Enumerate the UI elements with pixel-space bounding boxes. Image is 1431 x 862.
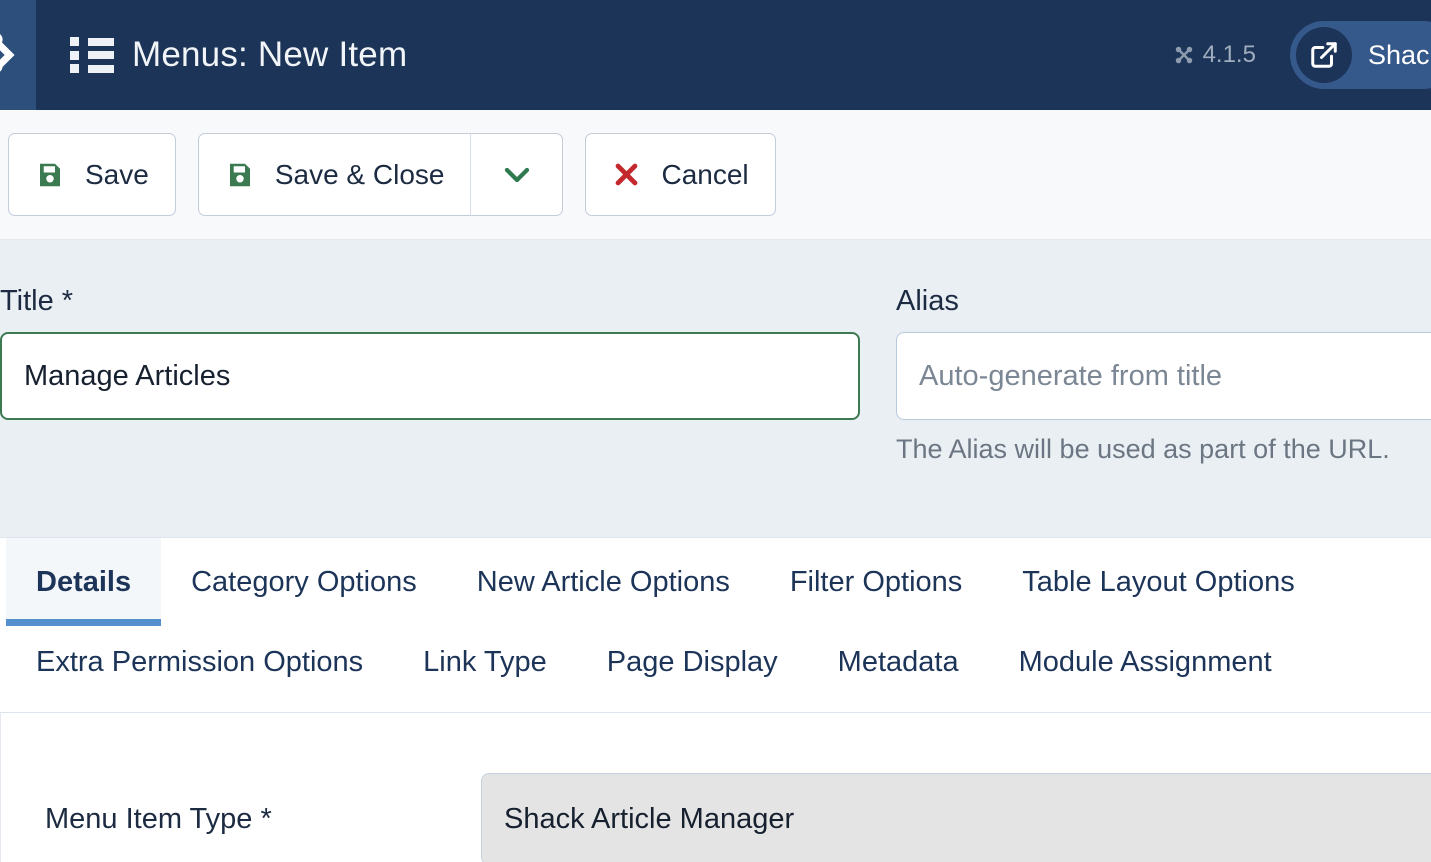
chevron-down-icon <box>502 165 532 185</box>
tab-module-assignment[interactable]: Module Assignment <box>989 618 1302 706</box>
tab-row-primary: Details Category Options New Article Opt… <box>0 538 1431 626</box>
tab-category-options[interactable]: Category Options <box>161 538 447 626</box>
list-icon <box>70 37 114 73</box>
tab-new-article-options[interactable]: New Article Options <box>447 538 760 626</box>
version-indicator: 4.1.5 <box>1173 41 1256 69</box>
title-label: Title * <box>0 285 74 317</box>
tab-label: Filter Options <box>789 565 963 598</box>
tab-label: Table Layout Options <box>1022 565 1295 598</box>
external-link-icon <box>1309 40 1339 70</box>
tab-filter-options[interactable]: Filter Options <box>760 538 992 626</box>
save-icon <box>35 160 65 190</box>
save-close-button-label: Save & Close <box>274 158 445 190</box>
header-content: Menus: New Item 4.1.5 Shac <box>36 0 1431 110</box>
tab-row-secondary: Extra Permission Options Link Type Page … <box>0 626 1431 706</box>
alias-help-text: The Alias will be used as part of the UR… <box>896 434 1390 464</box>
alias-field-group: Alias The Alias will be used as part of … <box>896 285 1431 465</box>
title-input[interactable] <box>0 332 860 420</box>
preview-site-label: Shack <box>1367 39 1431 70</box>
tab-page-display[interactable]: Page Display <box>577 618 808 706</box>
save-icon <box>225 160 255 190</box>
form-header-area: Title * Alias The Alias will be used as … <box>0 240 1431 537</box>
preview-icon-circle <box>1295 27 1352 83</box>
tab-label: Link Type <box>423 645 547 678</box>
alias-input[interactable] <box>896 332 1431 420</box>
menu-item-type-value[interactable]: Shack Article Manager <box>481 773 1431 862</box>
joomla-logo-icon <box>0 27 21 83</box>
tab-metadata[interactable]: Metadata <box>808 618 989 706</box>
tab-table-layout-options[interactable]: Table Layout Options <box>992 538 1324 626</box>
save-button[interactable]: Save <box>8 133 176 216</box>
tab-label: Category Options <box>191 565 417 598</box>
tab-label: New Article Options <box>476 565 730 598</box>
save-button-label: Save <box>85 158 149 190</box>
toolbar: Save Save & Close Cancel <box>0 110 1431 240</box>
close-x-icon <box>612 160 641 189</box>
save-close-button[interactable]: Save & Close <box>197 133 471 216</box>
preview-site-button[interactable]: Shack <box>1289 21 1431 89</box>
save-options-dropdown-button[interactable] <box>470 133 564 216</box>
version-label: 4.1.5 <box>1202 41 1256 68</box>
tab-label: Page Display <box>606 645 778 678</box>
cancel-button[interactable]: Cancel <box>585 133 776 216</box>
tab-bar: Details Category Options New Article Opt… <box>0 537 1431 712</box>
title-field-group: Title * <box>0 285 860 420</box>
page-header: Menus: New Item 4.1.5 Shac <box>0 0 1431 110</box>
page-title: Menus: New Item <box>132 35 408 74</box>
menu-item-type-label: Menu Item Type * <box>45 802 272 835</box>
header-right-group: 4.1.5 Shack <box>1173 0 1431 110</box>
tab-link-type[interactable]: Link Type <box>393 618 577 706</box>
sidebar-strip <box>0 0 36 110</box>
save-close-button-group: Save & Close <box>197 133 564 216</box>
alias-label: Alias <box>896 285 959 317</box>
cancel-button-label: Cancel <box>661 158 749 190</box>
tab-details[interactable]: Details <box>6 538 162 626</box>
details-panel: Menu Item Type * Shack Article Manager <box>0 712 1431 862</box>
tab-label: Metadata <box>837 645 959 678</box>
joomla-icon <box>1173 44 1195 66</box>
tab-label: Extra Permission Options <box>36 645 364 678</box>
tab-label: Module Assignment <box>1018 645 1272 678</box>
tab-label: Details <box>36 565 132 598</box>
menu-item-type-row: Menu Item Type * Shack Article Manager <box>1 773 1431 862</box>
admin-page: Menus: New Item 4.1.5 Shac Save Save & C… <box>0 0 1431 862</box>
tab-extra-permission-options[interactable]: Extra Permission Options <box>6 618 393 706</box>
